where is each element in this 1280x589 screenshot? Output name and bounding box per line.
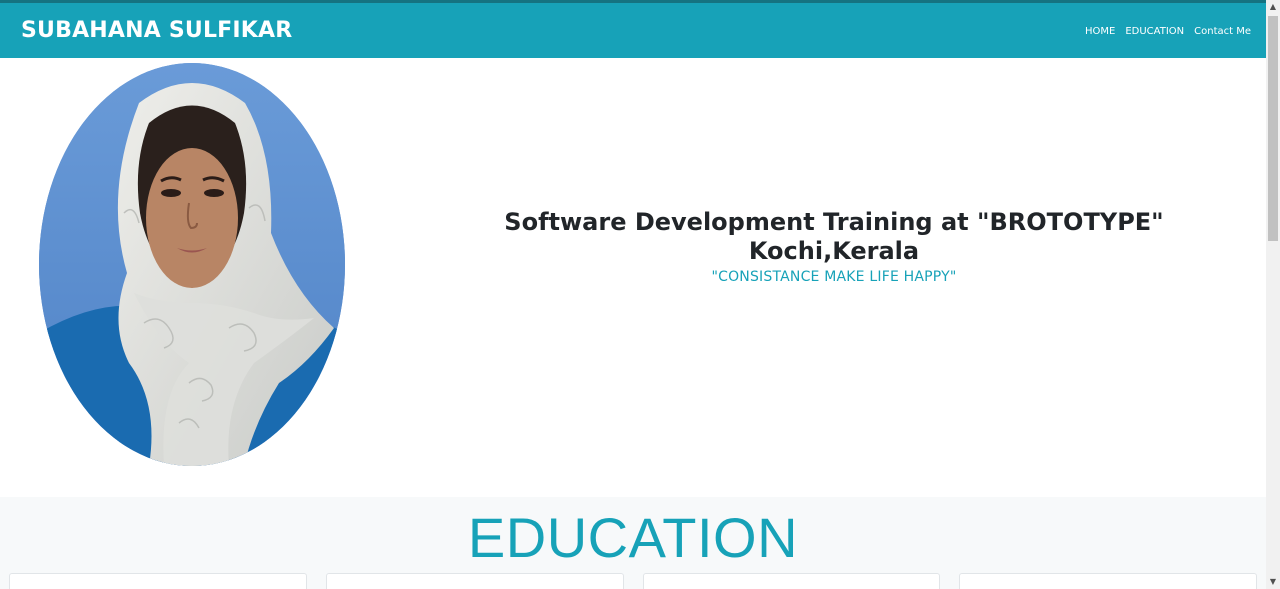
scroll-down-arrow-icon[interactable]: ▼ <box>1266 575 1280 589</box>
scrollbar-thumb[interactable] <box>1268 16 1278 241</box>
nav-link-contact[interactable]: Contact Me <box>1194 26 1251 37</box>
brand-link[interactable]: SUBAHANA SULFIKAR <box>21 18 292 43</box>
education-card-2 <box>326 573 624 589</box>
portrait-illustration <box>39 63 345 466</box>
scroll-up-arrow-icon[interactable]: ▲ <box>1266 0 1280 14</box>
education-card-1 <box>9 573 307 589</box>
headline-line-1: Software Development Training at "BROTOT… <box>504 208 1164 236</box>
nav-link-education[interactable]: EDUCATION <box>1125 26 1184 37</box>
navbar: SUBAHANA SULFIKAR HOME EDUCATION Contact… <box>0 0 1266 58</box>
education-section: EDUCATION <box>0 497 1266 589</box>
education-card-4 <box>959 573 1257 589</box>
education-heading: EDUCATION <box>467 506 799 569</box>
page: SUBAHANA SULFIKAR HOME EDUCATION Contact… <box>0 0 1266 589</box>
nav-link-home[interactable]: HOME <box>1085 26 1115 37</box>
hero-section: Software Development Training at "BROTOT… <box>0 58 1266 497</box>
motto-quote: "CONSISTANCE MAKE LIFE HAPPY" <box>711 269 957 285</box>
nav-menu: HOME EDUCATION Contact Me <box>1085 26 1251 37</box>
vertical-scrollbar[interactable]: ▲ ▼ <box>1266 0 1280 589</box>
profile-photo <box>39 63 345 466</box>
hero-text: Software Development Training at "BROTOT… <box>400 208 1266 285</box>
headline-line-2: Kochi,Kerala <box>748 237 920 265</box>
education-card-3 <box>643 573 940 589</box>
